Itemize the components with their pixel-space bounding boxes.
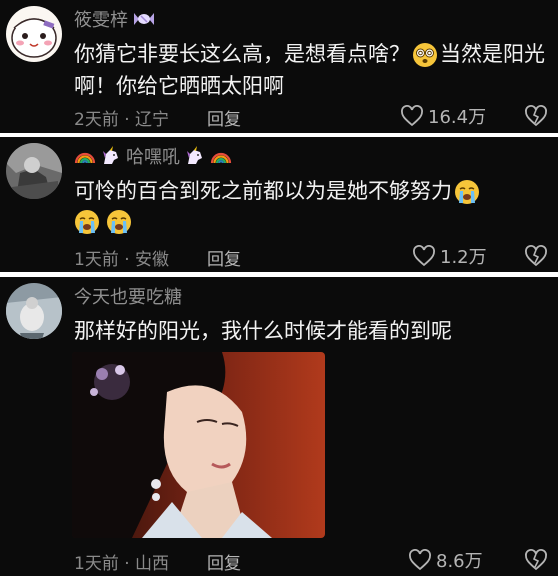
- heart-outline-icon: [401, 105, 423, 127]
- reply-button[interactable]: 回复: [207, 105, 241, 130]
- meta-separator: ·: [118, 554, 136, 574]
- username[interactable]: 筱雯梓: [74, 6, 128, 32]
- username[interactable]: 今天也要吃糖: [74, 283, 182, 309]
- comment-item: 今天也要吃糖 那样好的阳光，我什么时候才能看的到呢 1天前 · 山西 回复 8.…: [0, 277, 558, 576]
- like-button[interactable]: 16.4万: [400, 103, 486, 129]
- comment-location: 山西: [135, 554, 170, 574]
- comment-meta: 1天前 · 山西: [74, 549, 169, 574]
- like-count: 16.4万: [428, 107, 487, 128]
- cartoon-avatar-icon: [6, 6, 62, 62]
- emoji-row: [74, 209, 132, 235]
- meta-separator: ·: [118, 110, 136, 130]
- avatar[interactable]: [6, 143, 62, 199]
- broken-heart-outline-icon[interactable]: [524, 548, 548, 572]
- comment-meta: 1天前 · 安徽: [74, 245, 169, 270]
- avatar[interactable]: [6, 6, 62, 62]
- avatar[interactable]: [6, 283, 62, 339]
- comment-item: 筱雯梓 你猜它非要长这么高，是想看点啥？ 当然是阳光啊！你给它晒晒太阳啊 2天前…: [0, 0, 558, 133]
- loudly-crying-face-emoji-icon: [75, 210, 99, 234]
- username[interactable]: 哈嘿吼: [126, 143, 180, 169]
- unicorn-emoji-icon: [187, 146, 202, 164]
- comment-time: 2天前: [74, 110, 119, 130]
- loudly-crying-face-emoji-icon: [107, 210, 131, 234]
- username-row[interactable]: 筱雯梓: [74, 6, 156, 32]
- loudly-crying-face-emoji-icon: [455, 180, 479, 204]
- username-row[interactable]: 今天也要吃糖: [74, 283, 182, 309]
- photo-avatar-icon: [6, 283, 62, 339]
- comment-text: 那样好的阳光，我什么时候才能看的到呢: [74, 315, 554, 347]
- reply-button[interactable]: 回复: [207, 549, 241, 574]
- like-count: 8.6万: [436, 551, 483, 572]
- reply-button[interactable]: 回复: [207, 245, 241, 270]
- photo-avatar-icon: [6, 143, 62, 199]
- unicorn-emoji-icon: [103, 146, 118, 164]
- comment-location: 辽宁: [135, 110, 170, 130]
- username-row[interactable]: 哈嘿吼: [74, 143, 232, 169]
- like-button[interactable]: 8.6万: [408, 547, 483, 573]
- comment-text: 可怜的百合到死之前都以为是她不够努力: [74, 175, 554, 207]
- attached-image[interactable]: [72, 352, 325, 538]
- comment-meta: 2天前 · 辽宁: [74, 105, 169, 130]
- comment-text: 你猜它非要长这么高，是想看点啥？ 当然是阳光啊！你给它晒晒太阳啊: [74, 38, 554, 102]
- rainbow-emoji-icon: [210, 152, 232, 164]
- comment-time: 1天前: [74, 554, 119, 574]
- comment-location: 安徽: [135, 250, 170, 270]
- comment-time: 1天前: [74, 250, 119, 270]
- dizzy-face-emoji-icon: [413, 43, 437, 67]
- like-button[interactable]: 1.2万: [412, 243, 487, 269]
- comment-text-body: 可怜的百合到死之前都以为是她不够努力: [74, 179, 452, 203]
- comment-text-part1: 你猜它非要长这么高，是想看点啥？: [74, 42, 410, 66]
- rainbow-emoji-icon: [74, 152, 96, 164]
- broken-heart-outline-icon[interactable]: [524, 244, 548, 268]
- broken-heart-outline-icon[interactable]: [524, 104, 548, 128]
- like-count: 1.2万: [440, 247, 487, 268]
- drama-still-image: [72, 352, 325, 538]
- comment-text-body: 那样好的阳光，我什么时候才能看的到呢: [74, 319, 452, 343]
- comment-item: 哈嘿吼 可怜的百合到死之前都以为是她不够努力 1天前 · 安徽 回复 1.2万: [0, 137, 558, 272]
- candy-icon: [134, 13, 154, 25]
- heart-outline-icon: [409, 549, 431, 571]
- meta-separator: ·: [118, 250, 136, 270]
- heart-outline-icon: [413, 245, 435, 267]
